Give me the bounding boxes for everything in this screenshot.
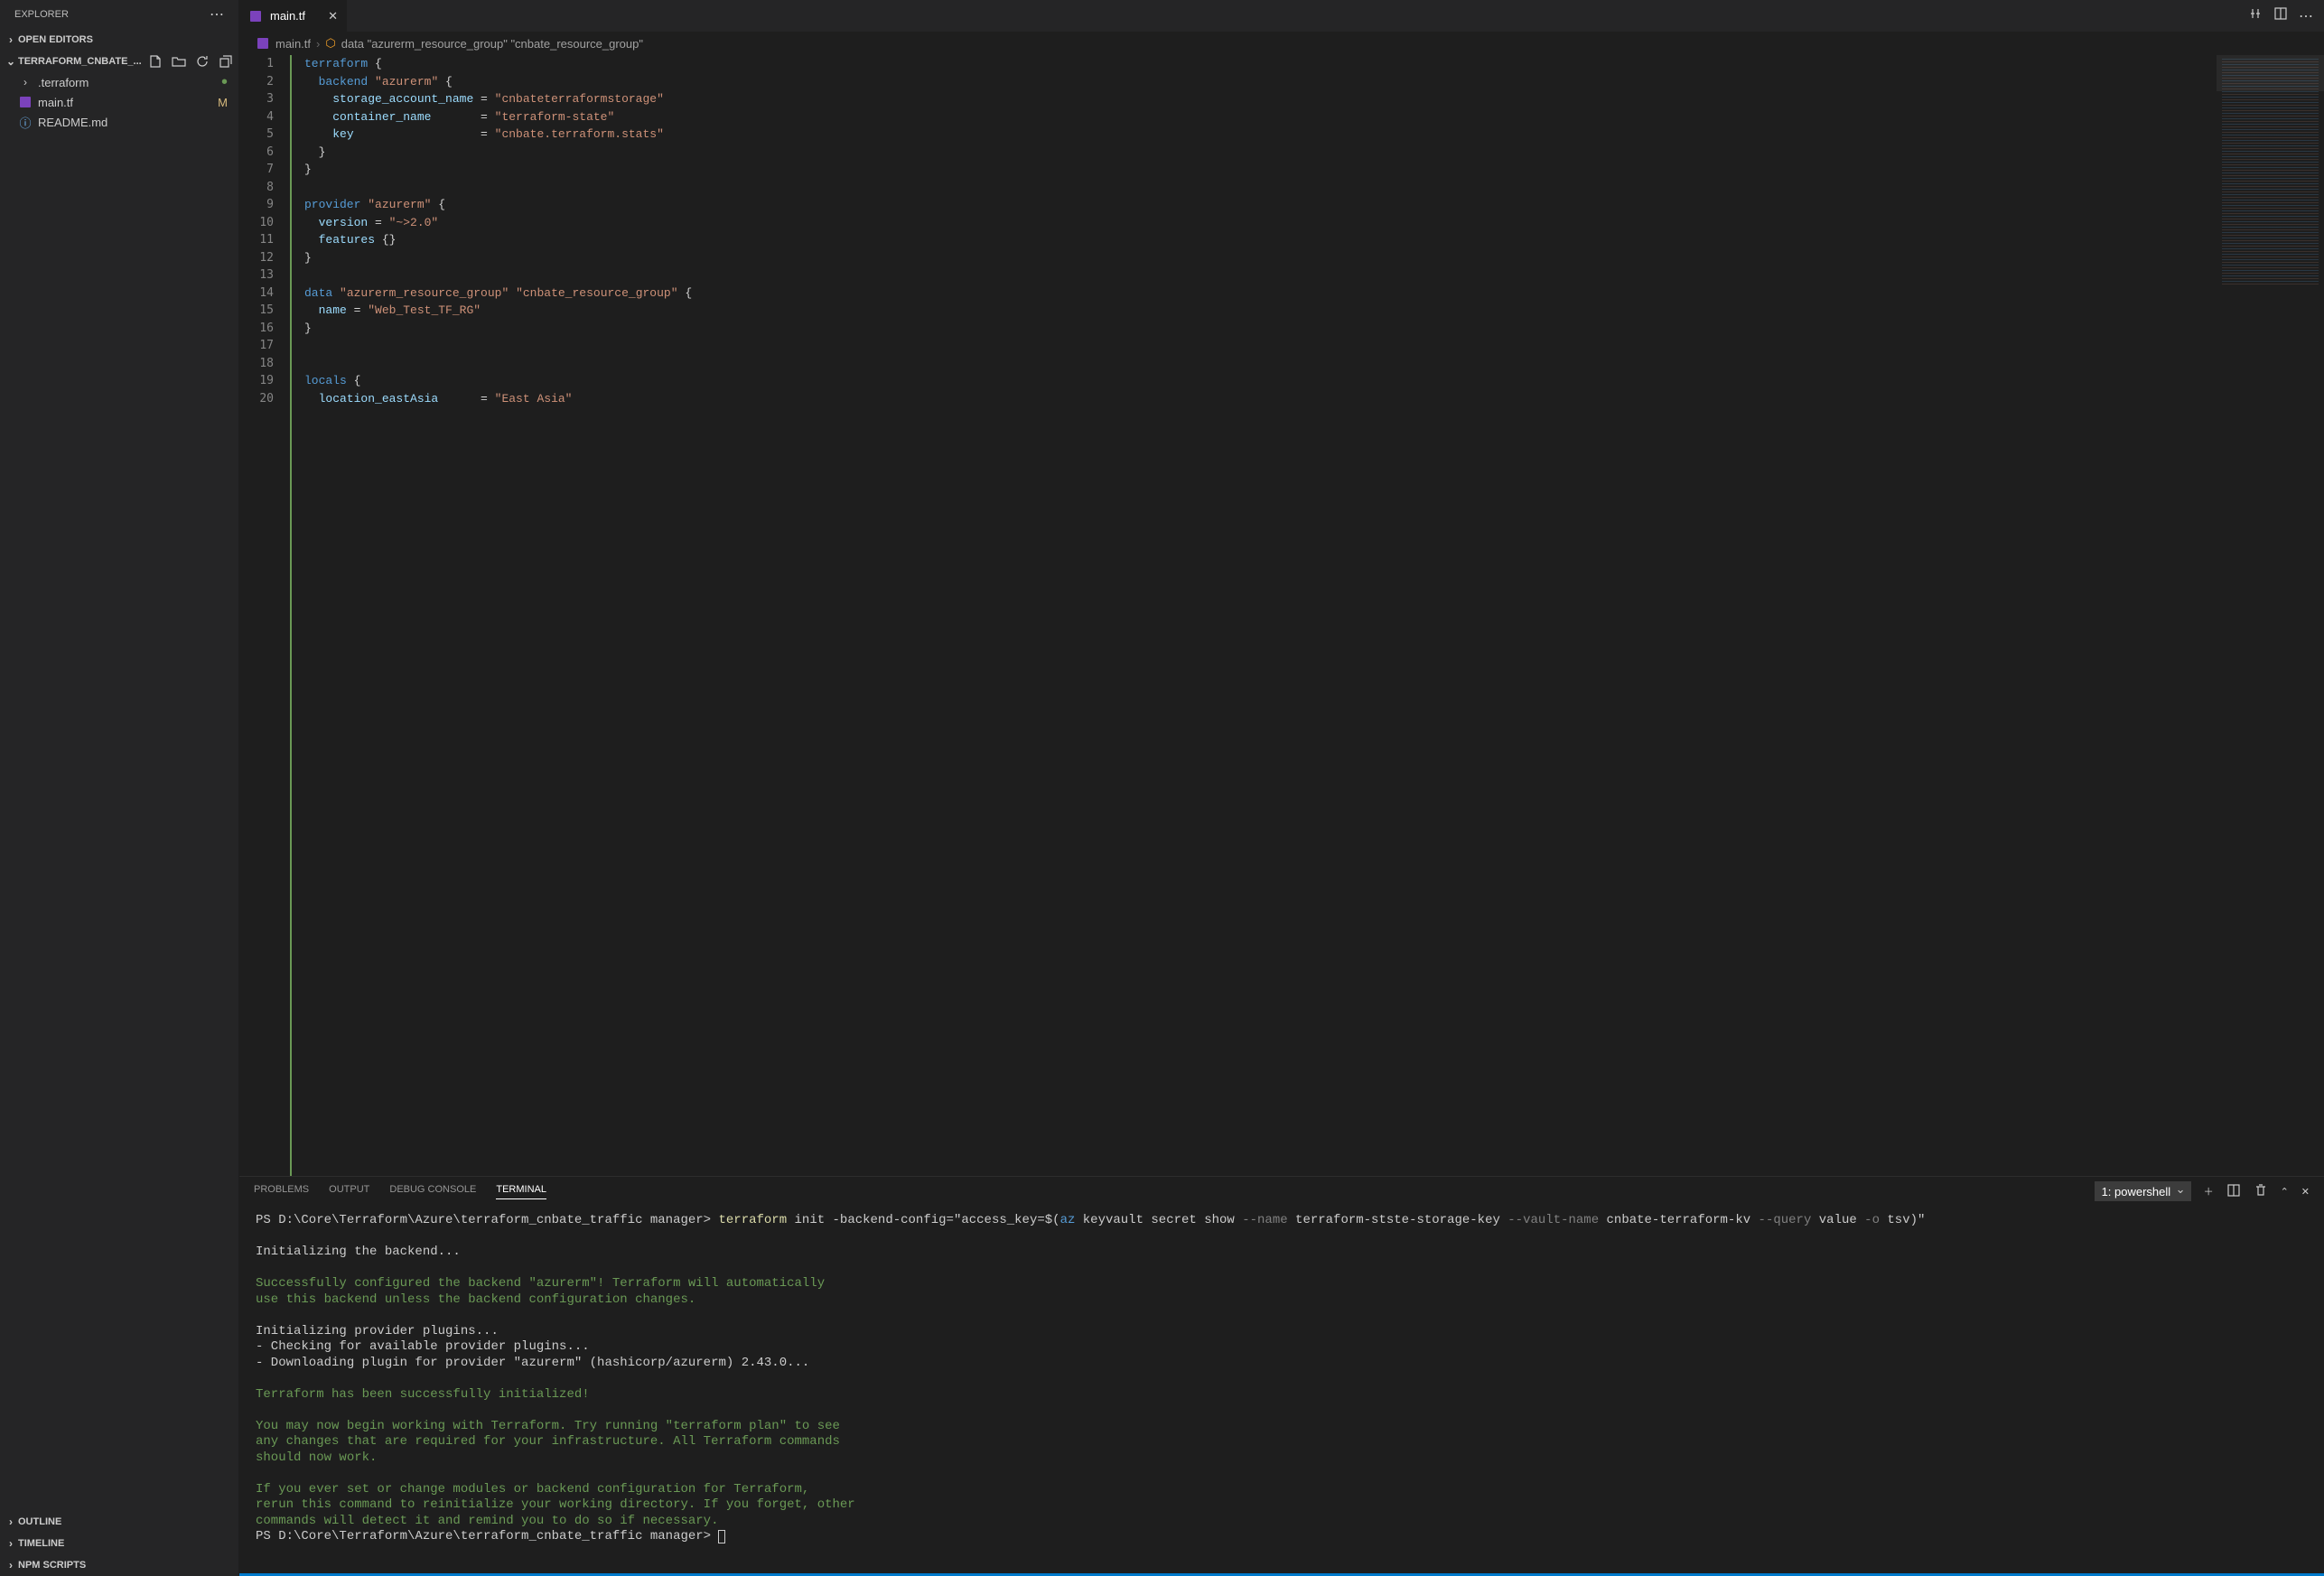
- breadcrumb-symbol: data "azurerm_resource_group" "cnbate_re…: [341, 37, 643, 51]
- panel-tabs: PROBLEMS OUTPUT DEBUG CONSOLE TERMINAL 1…: [239, 1177, 2324, 1206]
- file-name-label: main.tf: [38, 96, 73, 109]
- chevron-down-icon: ⌄: [4, 55, 18, 68]
- compare-changes-icon[interactable]: [2248, 6, 2263, 25]
- terminal-select[interactable]: 1: powershell: [2095, 1181, 2191, 1201]
- info-file-icon: [18, 115, 33, 129]
- open-editors-label: OPEN EDITORS: [18, 34, 93, 45]
- tab-main-tf[interactable]: main.tf ✕: [239, 0, 348, 32]
- explorer-header: EXPLORER ⋯: [0, 0, 238, 29]
- code-area[interactable]: terraform { backend "azurerm" { storage_…: [290, 55, 2216, 1176]
- tab-bar: main.tf ✕ ⋯: [239, 0, 2324, 32]
- timeline-section[interactable]: ›TIMELINE: [0, 1533, 238, 1554]
- explorer-title: EXPLORER: [14, 9, 69, 20]
- minimap[interactable]: [2216, 55, 2324, 1176]
- project-name-label: TERRAFORM_CNBATE_...: [18, 56, 142, 67]
- outline-label: OUTLINE: [18, 1516, 61, 1527]
- kill-terminal-icon[interactable]: [2254, 1183, 2268, 1200]
- terraform-file-icon: [248, 9, 263, 23]
- open-editors-section[interactable]: › OPEN EDITORS: [0, 29, 238, 51]
- new-folder-icon[interactable]: [170, 54, 188, 69]
- minimap-content: [2222, 59, 2319, 284]
- git-modified-badge: M: [218, 96, 228, 109]
- chevron-right-icon: ›: [4, 1559, 18, 1571]
- chevron-right-icon: ›: [4, 1537, 18, 1550]
- symbol-icon: ⬡: [325, 36, 335, 51]
- outline-section[interactable]: ›OUTLINE: [0, 1511, 238, 1533]
- file-main-tf[interactable]: main.tf M: [0, 92, 238, 112]
- folder-terraform[interactable]: ›.terraform •: [0, 72, 238, 92]
- close-tab-icon[interactable]: ✕: [328, 9, 338, 23]
- bottom-panel: PROBLEMS OUTPUT DEBUG CONSOLE TERMINAL 1…: [239, 1176, 2324, 1573]
- collapse-all-icon[interactable]: [217, 54, 235, 69]
- line-number-gutter: 1234567891011121314151617181920: [239, 55, 290, 1176]
- minimap-slider[interactable]: [2217, 55, 2324, 91]
- more-actions-icon[interactable]: ⋯: [2299, 7, 2313, 25]
- main-area: main.tf ✕ ⋯ main.tf › ⬡ data "azurerm_re…: [239, 0, 2324, 1576]
- terraform-file-icon: [18, 95, 33, 109]
- close-panel-icon[interactable]: ✕: [2301, 1186, 2310, 1198]
- editor-actions: ⋯: [2237, 0, 2324, 32]
- breadcrumb[interactable]: main.tf › ⬡ data "azurerm_resource_group…: [239, 32, 2324, 55]
- file-name-label: README.md: [38, 116, 107, 129]
- tab-output[interactable]: OUTPUT: [329, 1184, 369, 1198]
- chevron-right-icon: ›: [4, 1515, 18, 1528]
- refresh-icon[interactable]: [193, 54, 211, 69]
- tab-label: main.tf: [270, 9, 305, 23]
- file-readme[interactable]: README.md: [0, 112, 238, 132]
- project-section-header[interactable]: ⌄ TERRAFORM_CNBATE_...: [0, 51, 238, 72]
- terminal-selector[interactable]: 1: powershell: [2095, 1181, 2191, 1201]
- timeline-label: TIMELINE: [18, 1538, 64, 1549]
- explorer-more-icon[interactable]: ⋯: [210, 5, 224, 23]
- npm-scripts-label: NPM SCRIPTS: [18, 1560, 86, 1571]
- split-terminal-icon[interactable]: [2226, 1183, 2241, 1200]
- file-tree: ›.terraform • main.tf M README.md: [0, 72, 238, 1511]
- maximize-panel-icon[interactable]: ⌃: [2281, 1186, 2289, 1198]
- terraform-file-icon: [256, 36, 270, 51]
- chevron-right-icon: ›: [4, 33, 18, 46]
- new-terminal-icon[interactable]: ＋: [2204, 1184, 2214, 1198]
- project-actions: [146, 54, 235, 69]
- file-name-label: .terraform: [38, 76, 89, 89]
- breadcrumb-file: main.tf: [275, 37, 311, 51]
- tab-problems[interactable]: PROBLEMS: [254, 1184, 309, 1198]
- terminal-body[interactable]: PS D:\Core\Terraform\Azure\terraform_cnb…: [239, 1206, 2324, 1573]
- tab-terminal[interactable]: TERMINAL: [496, 1184, 546, 1199]
- chevron-right-icon: ›: [18, 76, 33, 89]
- npm-scripts-section[interactable]: ›NPM SCRIPTS: [0, 1554, 238, 1576]
- sidebar: EXPLORER ⋯ › OPEN EDITORS ⌄ TERRAFORM_CN…: [0, 0, 239, 1576]
- tab-debug-console[interactable]: DEBUG CONSOLE: [389, 1184, 476, 1198]
- new-file-icon[interactable]: [146, 54, 164, 69]
- editor[interactable]: 1234567891011121314151617181920 terrafor…: [239, 55, 2324, 1176]
- breadcrumb-separator: ›: [316, 37, 320, 51]
- split-editor-icon[interactable]: [2273, 6, 2288, 25]
